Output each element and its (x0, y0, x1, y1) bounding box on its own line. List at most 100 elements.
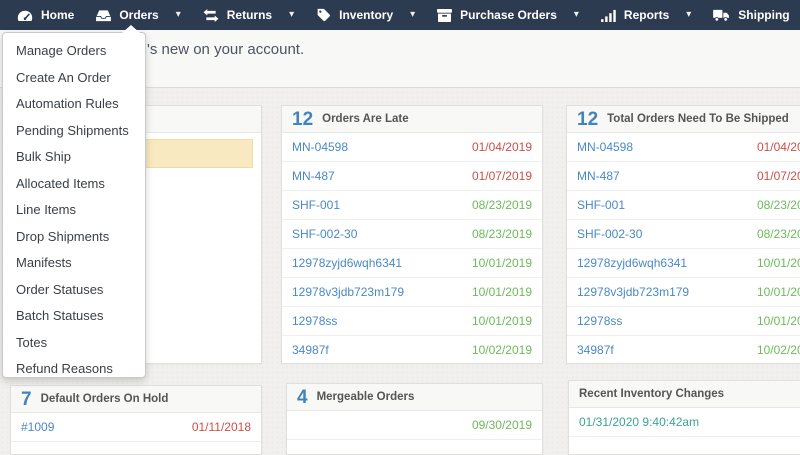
order-row: MN-04598 01/04/2019 (567, 133, 800, 162)
order-row: SHF-002-30 08/23/2019 (282, 220, 542, 249)
order-link[interactable]: 34987f (577, 343, 614, 357)
menu-item-manage-orders[interactable]: Manage Orders (3, 38, 145, 65)
order-row: MN-487 01/07/2019 (282, 162, 542, 191)
order-date: 08/23/2019 (472, 198, 532, 212)
chevron-down-icon[interactable]: ▾ (686, 10, 691, 20)
menu-item-line-items[interactable]: Line Items (3, 197, 145, 224)
menu-item-allocated-items[interactable]: Allocated Items (3, 171, 145, 198)
nav-item-returns[interactable]: Returns ▾ (192, 0, 305, 30)
inventory-change-link[interactable]: 01/31/2020 9:40:42am (579, 415, 699, 429)
menu-item-automation-rules[interactable]: Automation Rules (3, 91, 145, 118)
menu-item-order-statuses[interactable]: Order Statuses (3, 277, 145, 304)
nav-item-label: Returns (227, 8, 272, 22)
order-link[interactable]: 12978zyjd6wqh6341 (292, 256, 402, 270)
card-title: Total Orders Need To Be Shipped (607, 113, 789, 125)
order-link[interactable]: SHF-001 (577, 198, 625, 212)
order-link[interactable]: MN-04598 (577, 140, 633, 154)
menu-item-manifests[interactable]: Manifests (3, 250, 145, 277)
order-link[interactable]: #1009 (21, 420, 54, 434)
nav-item-shipping[interactable]: Shipping ▾ (702, 0, 800, 30)
order-date: 08/23/2019 (757, 227, 800, 241)
card-title: Default Orders On Hold (41, 393, 169, 405)
card-header: 12 Total Orders Need To Be Shipped (567, 106, 800, 133)
menu-item-batch-statuses[interactable]: Batch Statuses (3, 303, 145, 330)
order-link[interactable]: MN-487 (292, 169, 335, 183)
nav-item-label: Inventory (339, 8, 393, 22)
order-date: 08/23/2019 (472, 227, 532, 241)
order-row: 09/30/2019 (287, 411, 542, 440)
order-row: 34987f 10/02/2019 (567, 336, 800, 365)
nav-item-inventory[interactable]: Inventory ▾ (305, 0, 426, 30)
chevron-down-icon[interactable]: ▾ (289, 10, 294, 20)
order-row: MN-04598 01/04/2019 (282, 133, 542, 162)
chevron-down-icon[interactable]: ▾ (574, 10, 579, 20)
card-title: Mergeable Orders (317, 391, 415, 403)
order-link[interactable]: 12978v3jdb723m179 (577, 285, 689, 299)
nav-item-label: Shipping (738, 8, 789, 22)
order-date: 01/11/2018 (192, 420, 251, 434)
order-date: 10/02/2019 (757, 343, 800, 357)
nav-item-reports[interactable]: Reports ▾ (590, 0, 702, 30)
card-header: 4 Mergeable Orders (287, 384, 542, 411)
nav-item-purchase-orders[interactable]: Purchase Orders ▾ (426, 0, 590, 30)
menu-item-totes[interactable]: Totes (3, 330, 145, 357)
card-recent-inventory-changes: Recent Inventory Changes 01/31/2020 9:40… (568, 380, 800, 455)
order-date: 01/07/2019 (757, 169, 800, 183)
order-row: 12978v3jdb723m179 10/01/2019 (567, 278, 800, 307)
welcome-banner-text: 's new on your account. (147, 41, 304, 58)
order-link[interactable]: 12978v3jdb723m179 (292, 285, 404, 299)
order-date: 10/01/2019 (757, 256, 800, 270)
order-date: 10/01/2019 (472, 256, 532, 270)
card-title: Orders Are Late (322, 113, 409, 125)
order-link[interactable]: 12978zyjd6wqh6341 (577, 256, 687, 270)
order-row: SHF-001 08/23/2019 (567, 191, 800, 220)
tachometer-icon (17, 9, 33, 22)
inventory-row: 01/31/2020 9:40:42am (569, 408, 800, 437)
order-date: 08/23/2019 (757, 198, 800, 212)
menu-item-refund-reasons[interactable]: Refund Reasons (3, 356, 145, 383)
chevron-down-icon[interactable]: ▾ (176, 10, 181, 20)
card-count: 12 (292, 110, 313, 129)
card-orders-need-shipped: 12 Total Orders Need To Be Shipped MN-04… (566, 105, 800, 364)
order-link[interactable]: 34987f (292, 343, 329, 357)
order-link[interactable]: MN-04598 (292, 140, 348, 154)
menu-item-drop-shipments[interactable]: Drop Shipments (3, 224, 145, 251)
card-count: 7 (21, 390, 32, 409)
order-date: 01/07/2019 (472, 169, 532, 183)
card-header: 7 Default Orders On Hold (11, 386, 261, 413)
order-link[interactable]: 12978ss (292, 314, 337, 328)
menu-item-create-an-order[interactable]: Create An Order (3, 65, 145, 92)
menu-item-pending-shipments[interactable]: Pending Shipments (3, 118, 145, 145)
order-date: 10/01/2019 (472, 285, 532, 299)
order-link[interactable]: SHF-001 (292, 198, 340, 212)
archive-icon (437, 9, 452, 22)
order-row: 12978ss10/01/2019 (282, 307, 542, 336)
order-link[interactable]: 12978ss (577, 314, 622, 328)
nav-item-home[interactable]: Home (6, 0, 85, 30)
order-link[interactable]: SHF-002-30 (577, 227, 642, 241)
nav-item-label: Orders (119, 8, 158, 22)
order-link[interactable]: SHF-002-30 (292, 227, 357, 241)
order-date: 01/04/2019 (472, 140, 532, 154)
inbox-icon (96, 9, 111, 22)
order-link[interactable]: MN-487 (577, 169, 620, 183)
order-row: 12978zyjd6wqh6341 10/01/2019 (567, 249, 800, 278)
menu-item-bulk-ship[interactable]: Bulk Ship (3, 144, 145, 171)
top-nav: Home Orders ▾ Returns ▾ Inventory ▾ Purc… (0, 0, 800, 30)
nav-item-label: Home (41, 8, 74, 22)
order-date: 10/01/2019 (757, 285, 800, 299)
nav-item-label: Purchase Orders (460, 8, 557, 22)
chevron-down-icon[interactable]: ▾ (410, 10, 415, 20)
order-date: 10/02/2019 (472, 343, 532, 357)
card-header: 12 Orders Are Late (282, 106, 542, 133)
tag-icon (316, 8, 331, 22)
order-row: #1009 01/11/2018 (11, 413, 261, 442)
order-row: SHF-002-30 08/23/2019 (567, 220, 800, 249)
card-orders-on-hold: 7 Default Orders On Hold #1009 01/11/2018 (10, 385, 262, 455)
order-date: 01/04/2019 (757, 140, 800, 154)
orders-dropdown-menu: Manage Orders Create An Order Automation… (2, 32, 146, 378)
card-mergeable-orders: 4 Mergeable Orders 09/30/2019 (286, 383, 543, 455)
card-header: Recent Inventory Changes (569, 381, 800, 408)
card-count: 4 (297, 388, 308, 407)
truck-icon (713, 9, 730, 22)
